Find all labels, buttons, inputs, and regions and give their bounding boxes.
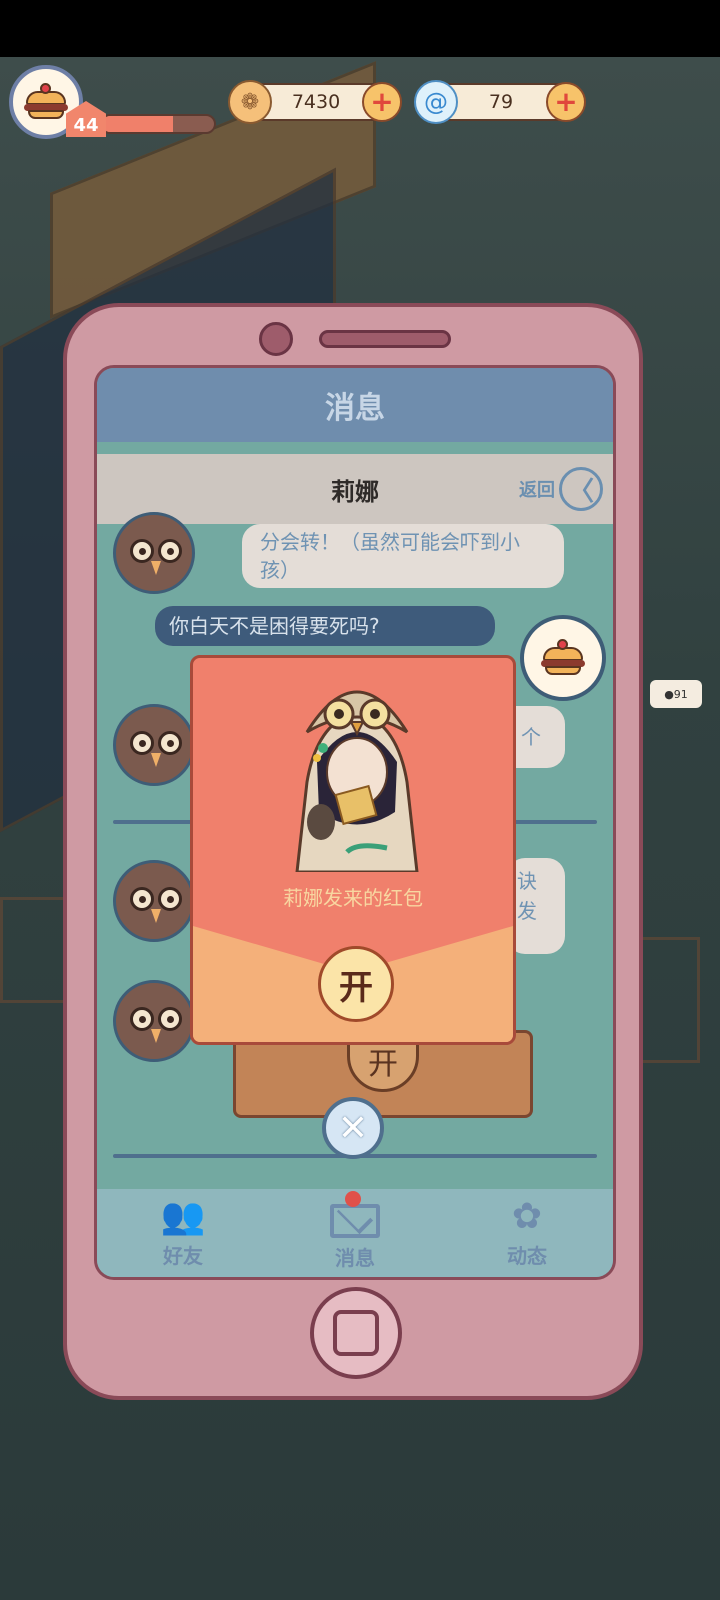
mail-icon (330, 1203, 380, 1238)
chat-title: 莉娜 (331, 477, 379, 506)
chat-title-bar: 莉娜 返回 〈 (97, 454, 613, 524)
gem-counter: @ 79 + (414, 80, 586, 124)
nav-messages[interactable]: 消息 (269, 1189, 441, 1277)
message-bubble: 分会转！（虽然可能会吓到小孩） (242, 524, 564, 588)
burger-icon (24, 83, 68, 121)
home-button[interactable] (310, 1287, 402, 1379)
scene-sign-value: 91 (673, 687, 688, 701)
scene-sign[interactable]: ● 91 (650, 680, 702, 708)
add-gems-button[interactable]: + (546, 82, 586, 122)
add-coins-button[interactable]: + (362, 82, 402, 122)
message-bubble: 你白天不是困得要死吗? (155, 606, 495, 646)
burger-icon (541, 639, 585, 677)
back-label: 返回 (519, 480, 555, 501)
xp-progress-fill (102, 116, 173, 132)
coin-value: 7430 (291, 91, 341, 113)
nav-friends[interactable]: 👥 好友 (97, 1189, 269, 1277)
nav-moments[interactable]: ✿ 动态 (441, 1189, 613, 1277)
close-button[interactable]: ✕ (322, 1097, 384, 1159)
nav-messages-label: 消息 (335, 1245, 375, 1270)
gem-value: 79 (488, 91, 514, 113)
screen-header: 消息 (97, 368, 613, 442)
close-icon: ✕ (337, 1107, 369, 1149)
player-chat-avatar (520, 615, 606, 701)
nav-moments-label: 动态 (507, 1243, 547, 1268)
notification-badge (345, 1191, 361, 1207)
open-envelope-button[interactable]: 开 (318, 946, 394, 1022)
back-button[interactable]: 返回 〈 (519, 464, 603, 514)
envelope-title: 莉娜发来的红包 (283, 886, 423, 910)
owl-avatar (113, 512, 195, 594)
coin-counter: ❁ 7430 + (228, 80, 402, 124)
speaker-grille (319, 330, 451, 348)
owl-avatar (113, 980, 195, 1062)
home-square-icon (333, 1310, 379, 1356)
xp-progress-bar (100, 114, 216, 134)
owl-avatar (113, 704, 195, 786)
swirl-gem-icon: @ (414, 80, 458, 124)
coin-icon: ❁ (228, 80, 272, 124)
bottom-nav: 👥 好友 消息 ✿ 动态 (97, 1189, 613, 1277)
moments-icon: ✿ (511, 1195, 543, 1237)
nav-friends-label: 好友 (163, 1243, 203, 1268)
chevron-left-icon: 〈 (559, 467, 603, 511)
owl-avatar (113, 860, 195, 942)
camera-icon (259, 322, 293, 356)
friends-icon: 👥 (160, 1195, 206, 1237)
character-portrait (295, 690, 419, 872)
red-envelope-popup: 莉娜发来的红包 开 (190, 655, 516, 1045)
status-bar (0, 0, 720, 57)
